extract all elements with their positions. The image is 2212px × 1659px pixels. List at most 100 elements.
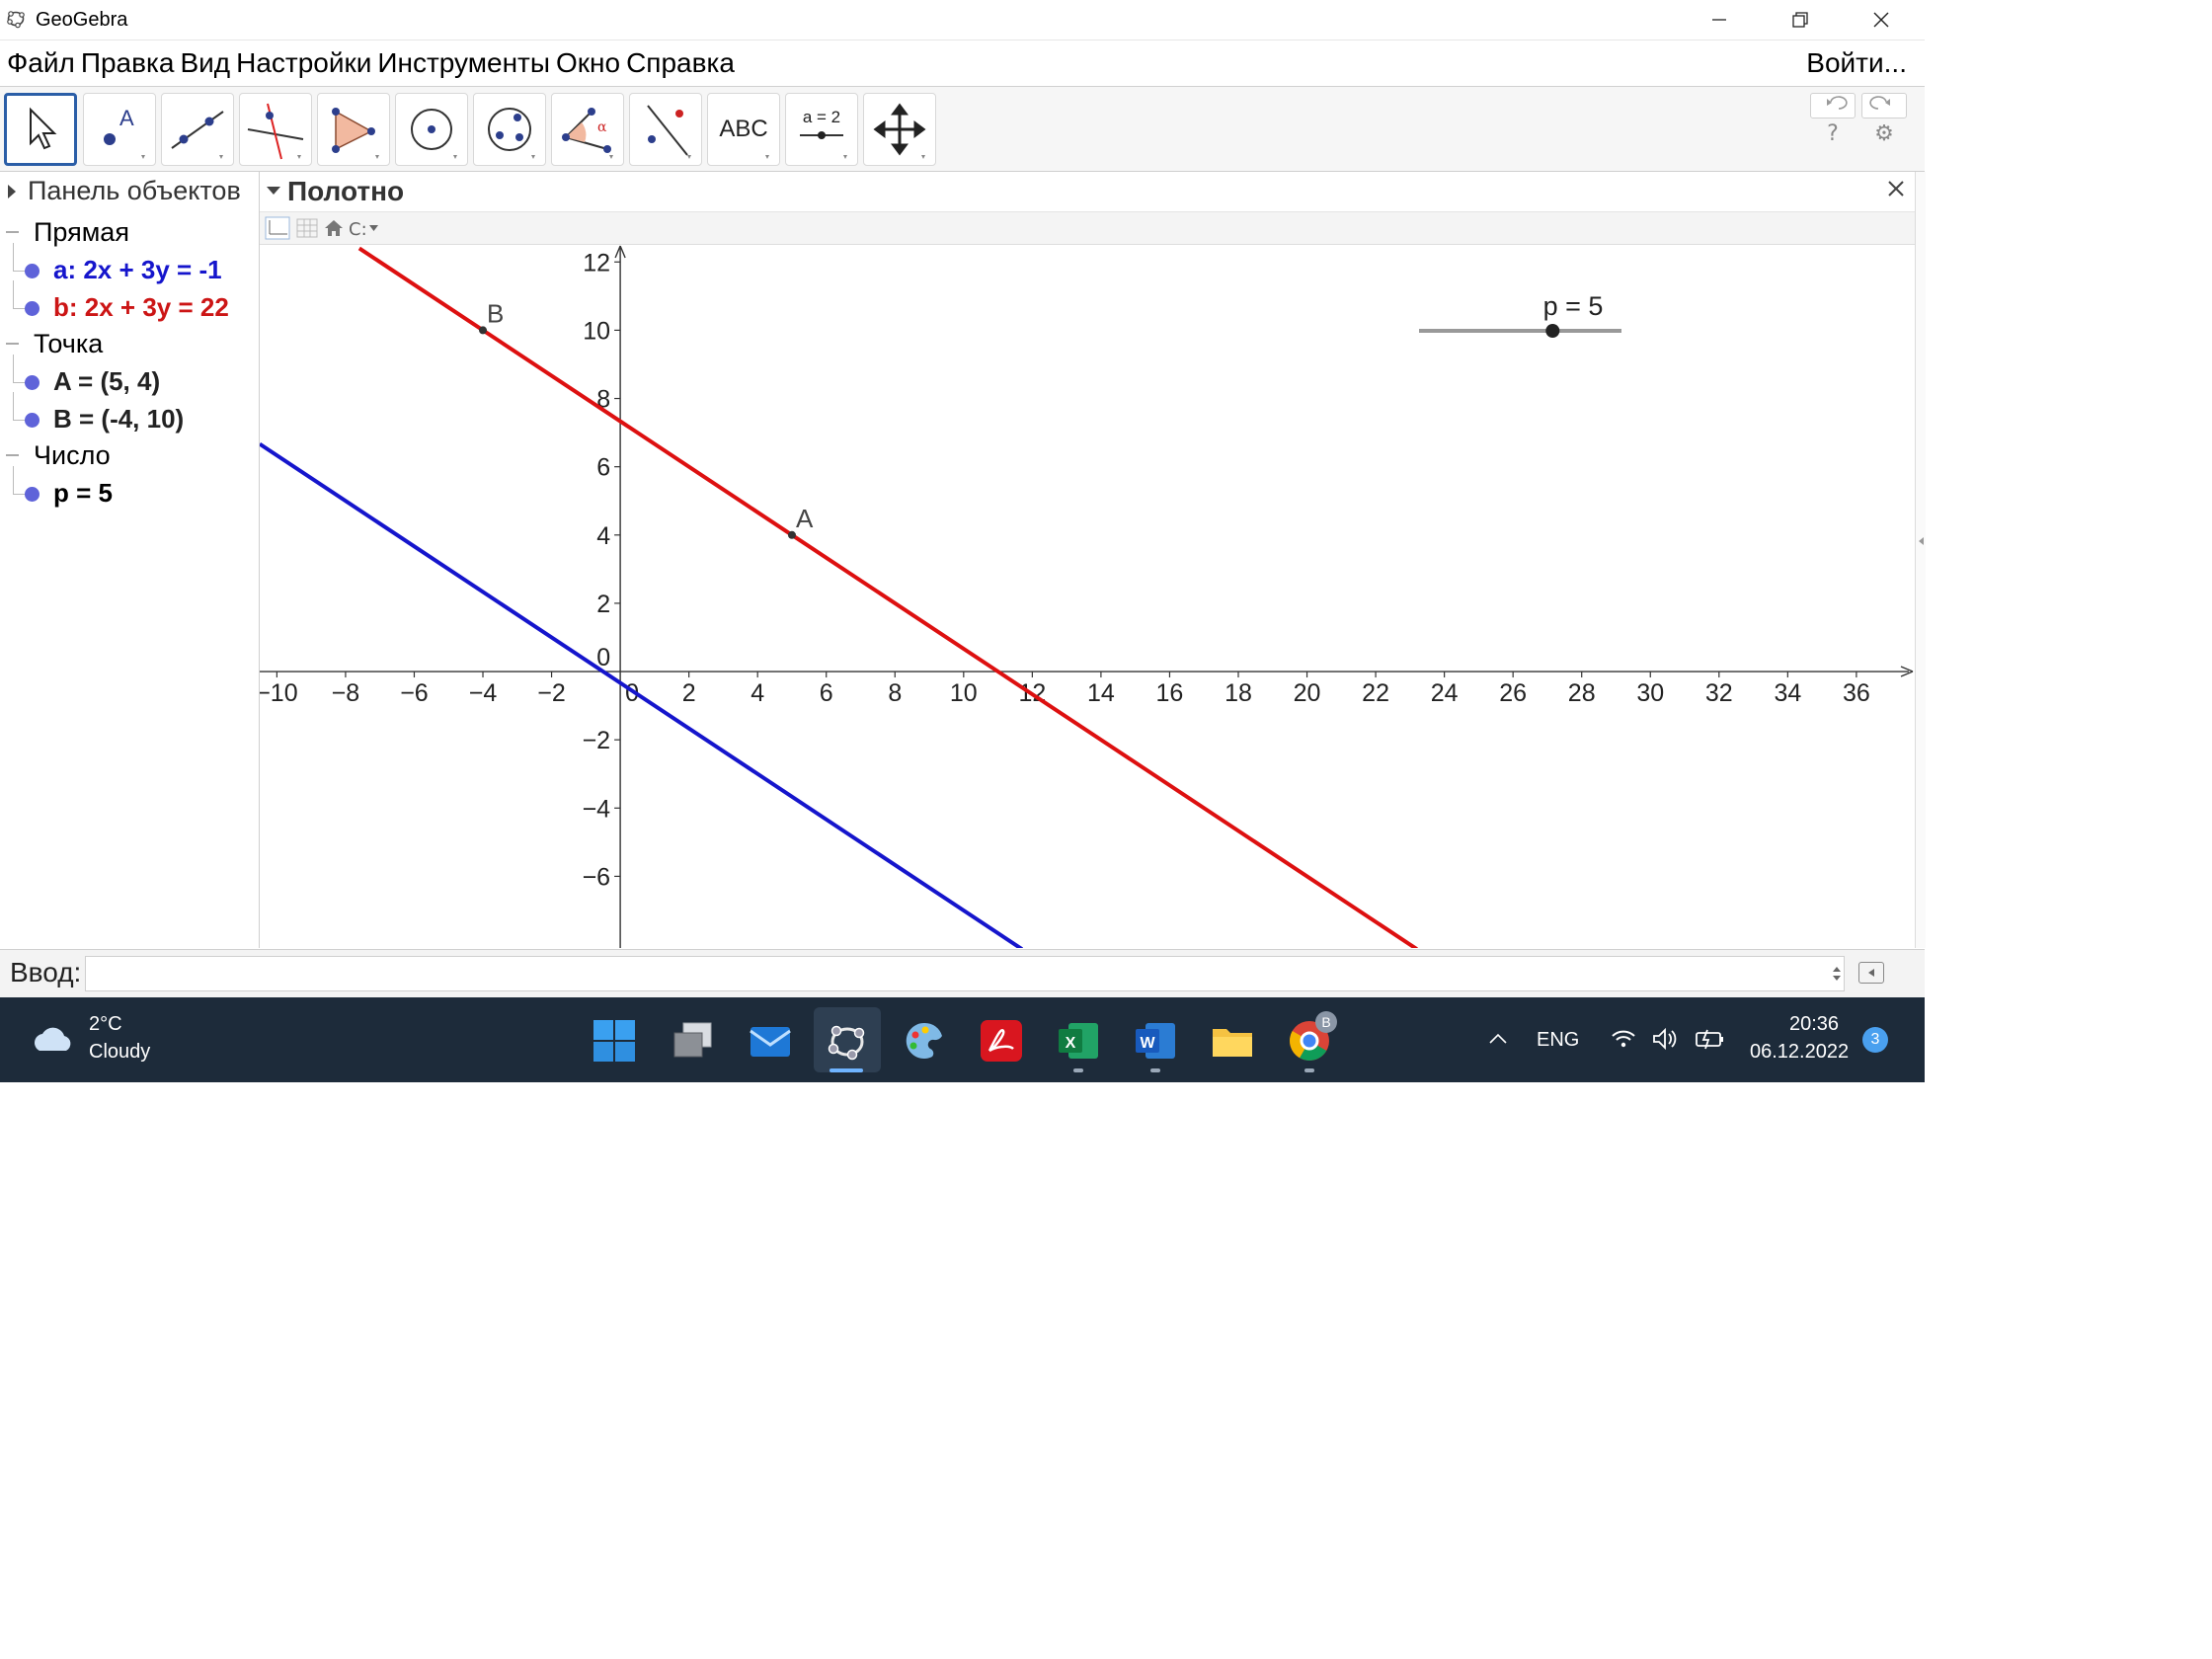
undo-button[interactable] bbox=[1810, 93, 1856, 118]
window-title: GeoGebra bbox=[36, 9, 128, 31]
dropdown-icon[interactable] bbox=[369, 225, 378, 231]
menu-tools[interactable]: Инструменты bbox=[374, 40, 553, 86]
login-link[interactable]: Войти... bbox=[1806, 40, 1907, 86]
visibility-toggle[interactable] bbox=[25, 413, 40, 428]
y-tick-label: 4 bbox=[596, 522, 610, 550]
close-icon bbox=[1873, 12, 1889, 28]
point-A[interactable] bbox=[787, 530, 796, 539]
svg-text:A: A bbox=[119, 106, 134, 130]
chevron-up-icon[interactable] bbox=[1487, 1031, 1509, 1047]
minimize-button[interactable] bbox=[1679, 0, 1760, 40]
line-a[interactable] bbox=[260, 441, 1024, 948]
x-tick-label: 16 bbox=[1156, 679, 1184, 707]
acrobat-icon[interactable] bbox=[978, 1017, 1025, 1065]
x-tick-label: 6 bbox=[820, 679, 833, 707]
excel-icon[interactable]: X bbox=[1055, 1017, 1102, 1065]
point-capture-icon[interactable]: C: bbox=[349, 219, 367, 240]
visibility-toggle[interactable] bbox=[25, 375, 40, 390]
object-text: B = (-4, 10) bbox=[53, 404, 185, 434]
point-tool-button[interactable]: A bbox=[83, 93, 156, 166]
x-tick-label: −4 bbox=[469, 679, 498, 707]
polygon-tool-button[interactable] bbox=[317, 93, 390, 166]
visibility-toggle[interactable] bbox=[25, 487, 40, 502]
side-panel-handle[interactable] bbox=[1915, 172, 1926, 948]
collapse-icon[interactable] bbox=[6, 454, 19, 456]
x-tick-label: 36 bbox=[1843, 679, 1870, 707]
restore-button[interactable] bbox=[1760, 0, 1841, 40]
geogebra-taskbar-icon[interactable] bbox=[824, 1017, 871, 1065]
circle-three-points-icon bbox=[488, 108, 535, 159]
point-B[interactable] bbox=[479, 326, 488, 335]
notification-badge[interactable]: 3 bbox=[1862, 1027, 1888, 1053]
line-tool-button[interactable] bbox=[161, 93, 234, 166]
group-label: Точка bbox=[34, 329, 104, 358]
graphics-plot[interactable]: −10−8−6−4−224681012141618202224262830323… bbox=[260, 245, 1915, 948]
svg-text:ABC: ABC bbox=[719, 116, 767, 142]
collapse-triangle-icon[interactable] bbox=[267, 187, 280, 195]
help-icon: ? bbox=[1827, 120, 1839, 146]
graphics-view-header: Полотно bbox=[260, 172, 1915, 212]
algebra-panel: Панель объектов Прямая a: 2x + 3y = -1 b… bbox=[0, 172, 260, 948]
circle-tool-icon bbox=[411, 109, 457, 159]
mail-icon[interactable] bbox=[747, 1017, 794, 1065]
algebra-panel-header[interactable]: Панель объектов bbox=[0, 172, 259, 209]
clock-time[interactable]: 20:36 bbox=[1789, 1013, 1839, 1036]
keyboard-toggle-button[interactable] bbox=[1858, 962, 1884, 984]
circle-three-points-tool-button[interactable] bbox=[473, 93, 546, 166]
battery-icon[interactable] bbox=[1695, 1027, 1726, 1051]
move-tool-button[interactable] bbox=[4, 93, 77, 166]
home-icon[interactable] bbox=[325, 220, 343, 236]
perpendicular-line-tool-button[interactable] bbox=[239, 93, 312, 166]
move-tool-icon bbox=[30, 107, 57, 150]
reflect-tool-button[interactable] bbox=[629, 93, 702, 166]
input-field[interactable] bbox=[85, 956, 1845, 991]
help-button[interactable]: ? bbox=[1813, 118, 1853, 148]
perpendicular-line-tool-icon bbox=[247, 103, 304, 160]
angle-tool-icon: α bbox=[562, 108, 613, 159]
settings-button[interactable]: ⚙ bbox=[1864, 118, 1904, 148]
visibility-toggle[interactable] bbox=[25, 301, 40, 316]
volume-icon[interactable] bbox=[1651, 1027, 1681, 1051]
word-icon[interactable]: W bbox=[1132, 1017, 1179, 1065]
line-b[interactable] bbox=[357, 246, 1418, 948]
history-stepper-icon[interactable] bbox=[1832, 964, 1842, 984]
move-graphics-tool-icon bbox=[873, 103, 926, 159]
weather-temperature[interactable]: 2°C bbox=[89, 1013, 122, 1036]
y-tick-label: −6 bbox=[583, 863, 611, 891]
circle-tool-button[interactable] bbox=[395, 93, 468, 166]
menu-options[interactable]: Настройки bbox=[233, 40, 374, 86]
menu-view[interactable]: Вид bbox=[177, 40, 233, 86]
weather-description[interactable]: Cloudy bbox=[89, 1041, 150, 1064]
visibility-toggle[interactable] bbox=[25, 264, 40, 278]
close-view-icon[interactable] bbox=[1883, 176, 1909, 201]
move-graphics-tool-button[interactable] bbox=[863, 93, 936, 166]
angle-tool-button[interactable]: α bbox=[551, 93, 624, 166]
menu-window[interactable]: Окно bbox=[553, 40, 623, 86]
menu-file[interactable]: Файл bbox=[4, 40, 78, 86]
slider-tool-button[interactable]: a = 2 bbox=[785, 93, 858, 166]
text-tool-button[interactable]: ABC bbox=[707, 93, 780, 166]
paint-icon[interactable] bbox=[901, 1017, 948, 1065]
redo-button[interactable] bbox=[1861, 93, 1907, 118]
windows-taskbar: 2°C Cloudy X W B ENG 20:36 06.12.2022 3 bbox=[0, 997, 1925, 1082]
slider-handle[interactable] bbox=[1545, 324, 1560, 338]
reflect-tool-icon bbox=[647, 105, 691, 159]
wifi-icon[interactable] bbox=[1610, 1027, 1637, 1051]
point-tool-icon: A bbox=[104, 106, 145, 159]
language-indicator[interactable]: ENG bbox=[1537, 1029, 1579, 1052]
close-window-button[interactable] bbox=[1841, 0, 1922, 40]
menu-help[interactable]: Справка bbox=[623, 40, 738, 86]
menu-edit[interactable]: Правка bbox=[78, 40, 178, 86]
expand-triangle-icon[interactable] bbox=[8, 185, 16, 198]
line-tool-icon bbox=[171, 111, 224, 159]
task-view-icon[interactable] bbox=[670, 1017, 717, 1065]
graphics-style-bar: C: bbox=[260, 212, 1915, 245]
cloud-icon[interactable] bbox=[30, 1021, 77, 1057]
collapse-icon[interactable] bbox=[6, 343, 19, 345]
clock-date[interactable]: 06.12.2022 bbox=[1750, 1041, 1849, 1064]
grid-toggle-icon[interactable] bbox=[296, 218, 318, 238]
start-icon[interactable] bbox=[591, 1017, 638, 1065]
graphics-canvas[interactable]: −10−8−6−4−224681012141618202224262830323… bbox=[260, 245, 1915, 948]
collapse-icon[interactable] bbox=[6, 231, 19, 233]
file-explorer-icon[interactable] bbox=[1209, 1017, 1256, 1065]
